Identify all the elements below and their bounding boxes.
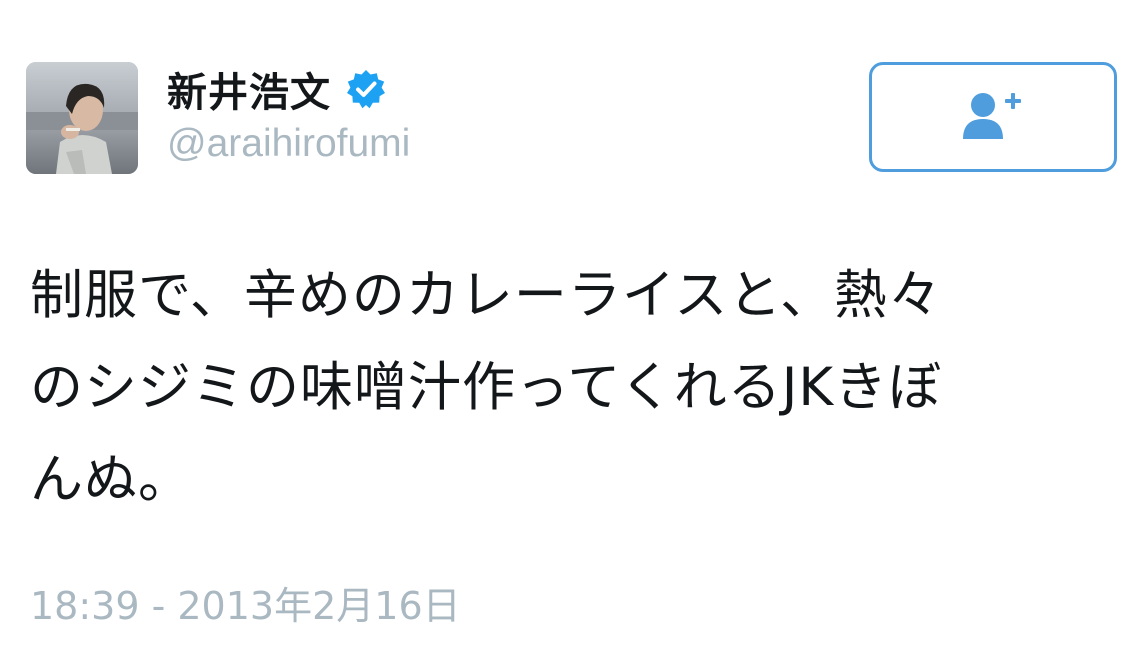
tweet-timestamp[interactable]: 18:39 - 2013年2月16日: [30, 575, 461, 630]
display-name-row: 新井浩文: [167, 60, 387, 118]
display-name[interactable]: 新井浩文: [167, 60, 331, 118]
add-user-icon: [963, 93, 1021, 139]
tweet-text: 制服で、辛めのカレーライスと、熱々 のシジミの味噌汁作ってくれるJKきぼ んぬ。: [30, 265, 943, 510]
tweet-card: 新井浩文 @araihirofumi 制服で、辛めのカレーライスと、熱々 のシジ…: [0, 0, 1147, 672]
user-handle[interactable]: @araihirofumi: [167, 122, 410, 166]
follow-button[interactable]: [869, 62, 1117, 172]
avatar-photo: [26, 62, 138, 174]
verified-badge-icon: [345, 68, 387, 110]
avatar[interactable]: [26, 62, 138, 174]
